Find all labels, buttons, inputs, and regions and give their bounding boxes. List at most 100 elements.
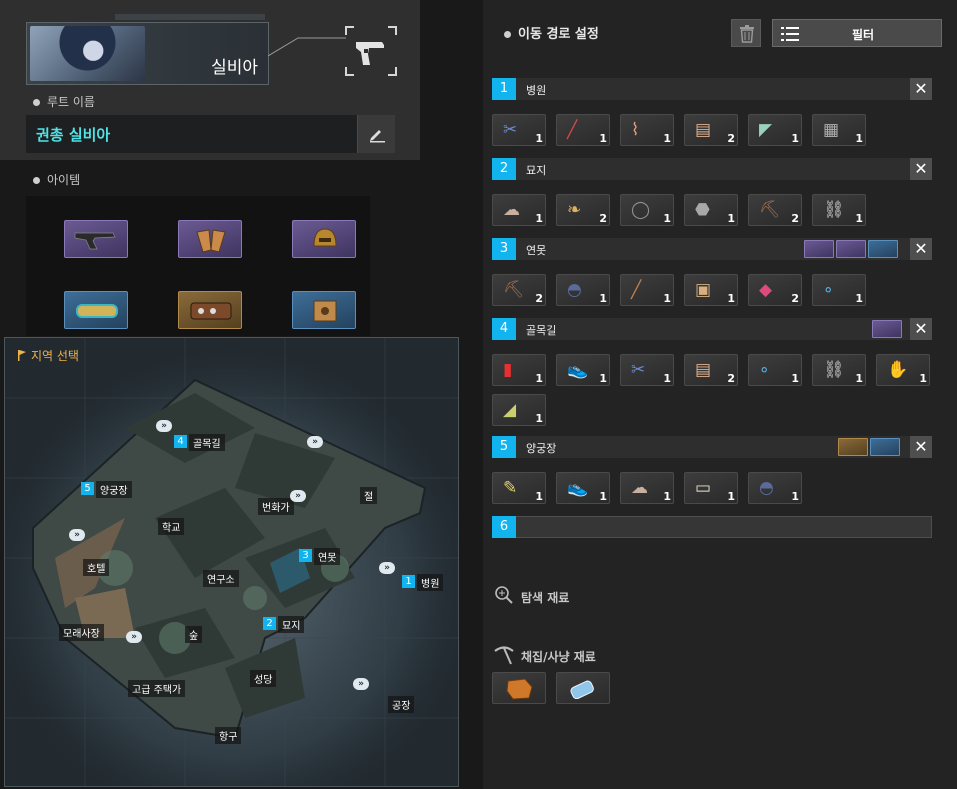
remove-stop-button[interactable]: ✕	[910, 78, 932, 100]
route-stop-3[interactable]: 3 연못 ✕	[492, 238, 932, 260]
remove-stop-button[interactable]: ✕	[910, 238, 932, 260]
leather-icon	[506, 678, 533, 700]
route-item-slot[interactable]: ▮ 1	[492, 354, 546, 386]
gather-item-water[interactable]	[556, 672, 610, 704]
route-stop-6[interactable]: 6	[492, 516, 932, 538]
water-bottle-icon	[570, 680, 594, 699]
route-item-slot[interactable]: ✎ 1	[492, 472, 546, 504]
route-item-slot[interactable]: ❧ 2	[556, 194, 610, 226]
route-stop-5[interactable]: 5 양궁장 ✕	[492, 436, 932, 458]
route-item-slot[interactable]: ☁ 1	[492, 194, 546, 226]
map-place-beach[interactable]: 모래사장	[59, 624, 104, 641]
map-place-hospital[interactable]: 병원	[417, 574, 444, 591]
item-count: 1	[727, 292, 735, 305]
route-name-label: 루트 이름	[33, 93, 95, 110]
route-item-slot[interactable]: ⛓ 1	[812, 354, 866, 386]
route-stop-2[interactable]: 2 묘지 ✕	[492, 158, 932, 180]
map-place-downtown[interactable]: 번화가	[258, 498, 294, 515]
gather-item-leather[interactable]	[492, 672, 546, 704]
map-place-uptown[interactable]: 고급 주택가	[128, 680, 186, 697]
route-item-slot[interactable]: ╱ 1	[620, 274, 674, 306]
route-item-slot[interactable]: ☁ 1	[620, 472, 674, 504]
route-item-slot[interactable]: ◯ 1	[620, 194, 674, 226]
map-place-pond[interactable]: 연못	[314, 548, 341, 565]
route-item-slot[interactable]: ✂ 1	[620, 354, 674, 386]
map-place-school[interactable]: 학교	[158, 518, 185, 535]
route-item-slot[interactable]: ◓ 1	[556, 274, 610, 306]
map-place-harbor[interactable]: 항구	[215, 727, 242, 744]
hyperloop-icon[interactable]: »	[307, 436, 323, 448]
filter-button[interactable]: 필터	[772, 19, 942, 47]
route-item-slot[interactable]: ⛏ 2	[492, 274, 546, 306]
hyperloop-icon[interactable]: »	[126, 631, 142, 643]
item-count: 1	[663, 292, 671, 305]
route-item-slot[interactable]: ⛏ 2	[748, 194, 802, 226]
route-item-slot[interactable]: ◤ 1	[748, 114, 802, 146]
route-item-slot[interactable]: ∘ 1	[812, 274, 866, 306]
bracket-bl	[345, 67, 354, 76]
equip-slot-arm[interactable]	[64, 291, 128, 329]
route-item-slot[interactable]: 👟 1	[556, 472, 610, 504]
map-place-lab[interactable]: 연구소	[203, 570, 239, 587]
route-name-field[interactable]: 권총 실비아	[26, 115, 359, 153]
route-item-slot[interactable]: ▤ 2	[684, 354, 738, 386]
item-count: 1	[663, 490, 671, 503]
equip-slot-chest[interactable]	[178, 220, 242, 258]
hyperloop-icon[interactable]: »	[69, 529, 85, 541]
map-place-hotel[interactable]: 호텔	[83, 559, 110, 576]
map-place-factory[interactable]: 공장	[388, 696, 415, 713]
route-stop-4[interactable]: 4 골목길 ✕	[492, 318, 932, 340]
glove-dark-icon: ✋	[887, 360, 909, 380]
route-stop-equipment	[838, 438, 900, 456]
route-item-slot[interactable]: ▭ 1	[684, 472, 738, 504]
item-count: 2	[599, 212, 607, 225]
route-item-slot[interactable]: ◓ 1	[748, 472, 802, 504]
route-item-slot[interactable]: ▣ 1	[684, 274, 738, 306]
equip-slot-head[interactable]	[292, 220, 356, 258]
route-item-slot[interactable]: ╱ 1	[556, 114, 610, 146]
map-place-alley[interactable]: 골목길	[189, 434, 225, 451]
item-count: 2	[727, 372, 735, 385]
weapon-slot[interactable]	[345, 26, 397, 76]
item-count: 1	[535, 412, 543, 425]
equip-slot-weapon[interactable]	[64, 220, 128, 258]
edit-route-name-button[interactable]	[357, 115, 395, 153]
route-item-slot[interactable]: ∘ 1	[748, 354, 802, 386]
hyperloop-icon[interactable]: »	[353, 678, 369, 690]
route-item-slot[interactable]: ◆ 2	[748, 274, 802, 306]
stone-icon: ⬣	[695, 200, 710, 220]
route-item-slot[interactable]: ⬣ 1	[684, 194, 738, 226]
hyperloop-icon[interactable]: »	[156, 420, 172, 432]
delete-route-button[interactable]	[731, 19, 761, 47]
map-place-archery[interactable]: 양궁장	[96, 481, 132, 498]
equip-slot-accessory[interactable]	[292, 291, 356, 329]
map-place-temple[interactable]: 절	[360, 487, 378, 504]
equip-slot-leg[interactable]	[178, 291, 242, 329]
remove-stop-button[interactable]: ✕	[910, 436, 932, 458]
branch-icon: ⌇	[631, 120, 640, 140]
character-select-box[interactable]: 실비아	[26, 22, 269, 85]
route-stop-1[interactable]: 1 병원 ✕	[492, 78, 932, 100]
route-item-slot[interactable]: ✂ 1	[492, 114, 546, 146]
map-route-num-2: 2	[263, 617, 276, 630]
region-map[interactable]: 지역 선택 4 골목길 5 양궁장 번화가 절 학교 호텔 연구소 3 연못 1…	[4, 337, 459, 787]
remove-stop-button[interactable]: ✕	[910, 158, 932, 180]
map-place-cemetery[interactable]: 묘지	[278, 616, 305, 633]
route-item-slot[interactable]: ✋ 1	[876, 354, 930, 386]
route-item-slot[interactable]: ◢ 1	[492, 394, 546, 426]
remove-stop-button[interactable]: ✕	[910, 318, 932, 340]
map-place-forest[interactable]: 숲	[185, 626, 203, 643]
gather-materials-title: 채집/사냥 재료	[521, 650, 596, 664]
route-name-value[interactable]: 권총 실비아	[36, 124, 110, 145]
route-item-slot[interactable]: 👟 1	[556, 354, 610, 386]
bracket-br	[388, 67, 397, 76]
route-item-slot[interactable]: ⌇ 1	[620, 114, 674, 146]
item-count: 1	[791, 490, 799, 503]
route-item-slot[interactable]: ▤ 2	[684, 114, 738, 146]
route-item-slot[interactable]: ⛓ 1	[812, 194, 866, 226]
map-place-chapel[interactable]: 성당	[250, 670, 277, 687]
route-item-slot[interactable]: ▦ 1	[812, 114, 866, 146]
hyperloop-icon[interactable]: »	[379, 562, 395, 574]
item-count: 1	[535, 132, 543, 145]
hyperloop-icon[interactable]: »	[290, 490, 306, 502]
